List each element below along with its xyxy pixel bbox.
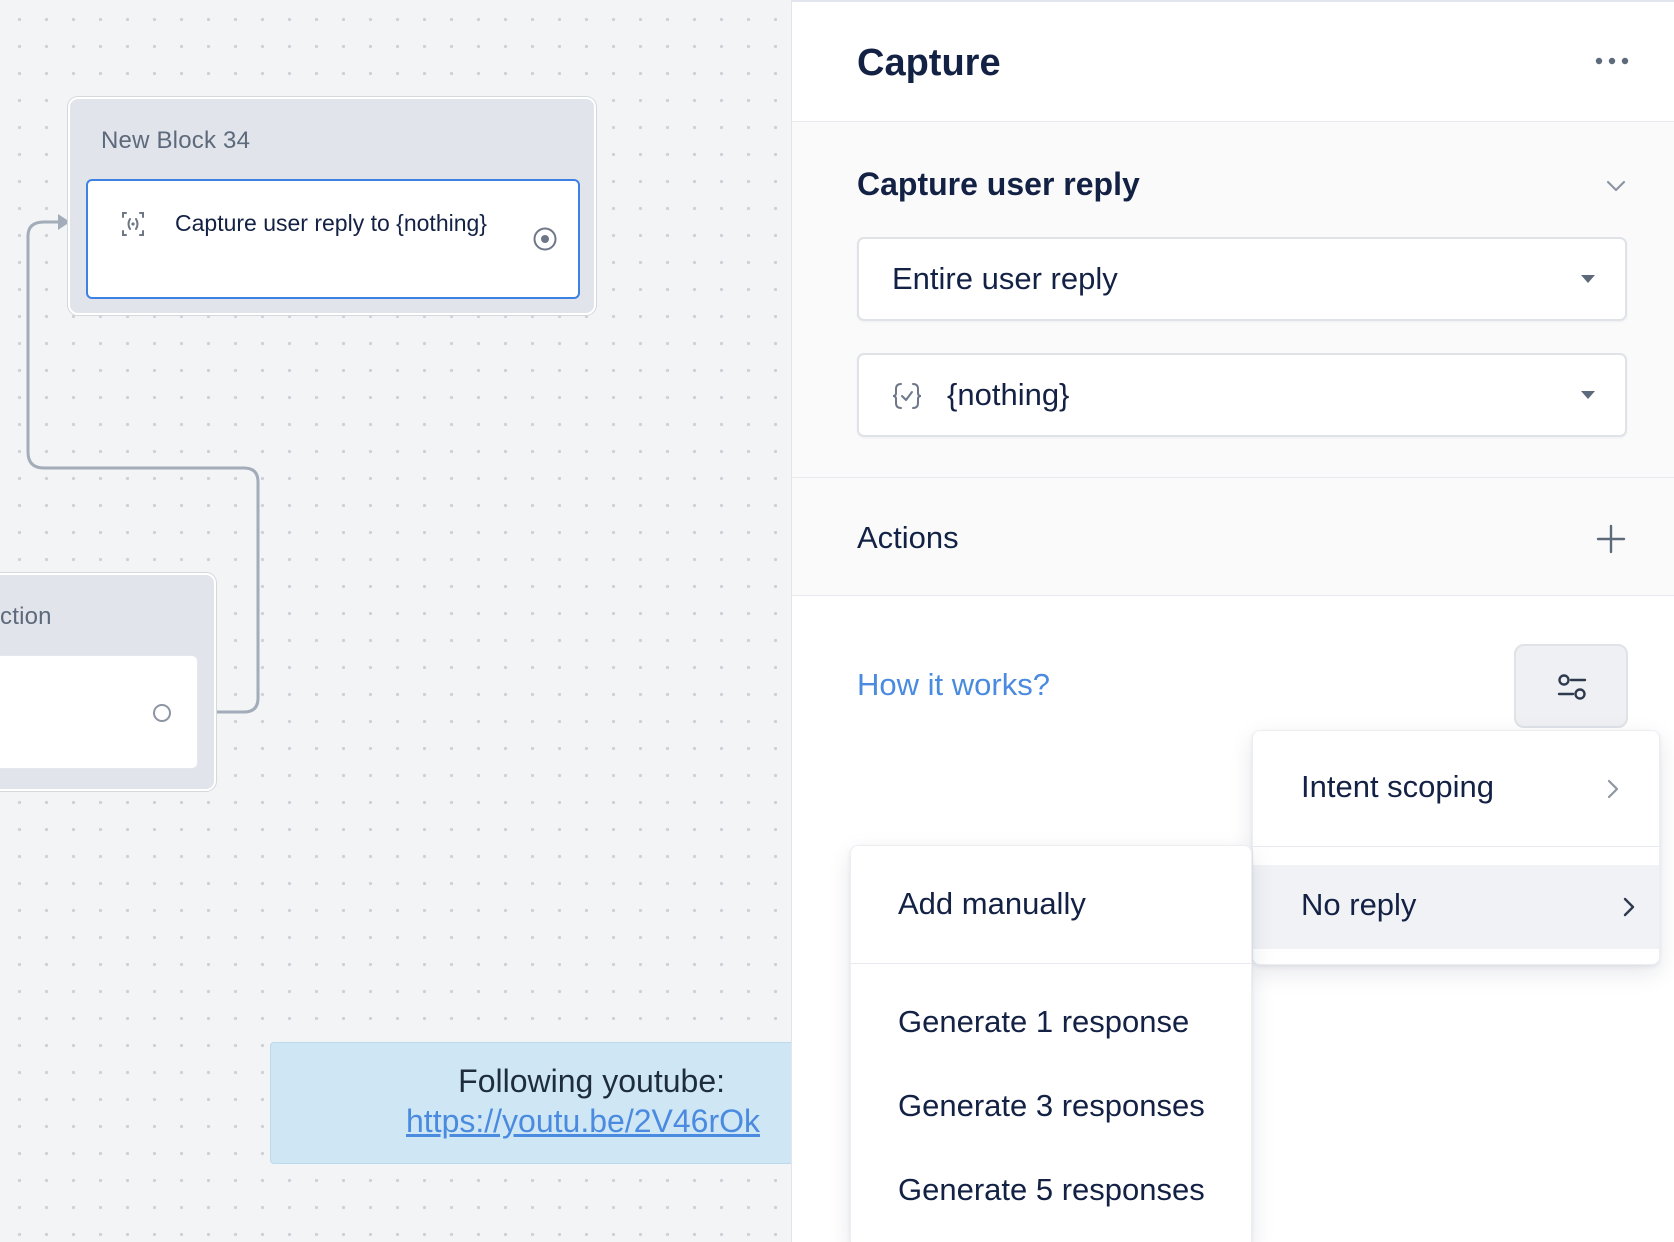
- chevron-down-icon[interactable]: [1604, 174, 1628, 198]
- variable-select[interactable]: {nothing}: [857, 353, 1627, 437]
- settings-button[interactable]: [1514, 644, 1628, 728]
- block-new-block-34[interactable]: New Block 34 Capture user reply to {noth…: [68, 97, 596, 315]
- settings-menu: Intent scoping No reply: [1252, 730, 1660, 965]
- settings-icon: [1557, 674, 1587, 700]
- capture-section: Capture user reply Entire user reply {no…: [792, 122, 1674, 478]
- plus-icon[interactable]: [1595, 523, 1627, 555]
- port-icon[interactable]: [532, 226, 558, 252]
- select-value: {nothing}: [947, 377, 1070, 412]
- panel-title: Capture: [857, 42, 1001, 84]
- variable-icon: [892, 383, 922, 409]
- note-card[interactable]: Following youtube: https://youtu.be/2V46…: [270, 1042, 791, 1164]
- action-step[interactable]: [0, 655, 198, 769]
- menu-item-label: Generate 1 response: [898, 1004, 1190, 1039]
- caret-down-icon: [1581, 391, 1595, 399]
- menu-item-generate-5[interactable]: Generate 5 responses: [851, 1154, 1251, 1234]
- capture-step[interactable]: Capture user reply to {nothing}: [86, 179, 580, 299]
- menu-item-no-reply[interactable]: No reply: [1253, 865, 1659, 949]
- block-title: New Block 34: [101, 127, 251, 154]
- actions-section: Actions: [792, 478, 1674, 596]
- flow-canvas[interactable]: New Block 34 Capture user reply to {noth…: [0, 0, 791, 1242]
- reply-type-select[interactable]: Entire user reply: [857, 237, 1627, 321]
- menu-item-label: Generate 5 responses: [898, 1172, 1205, 1207]
- step-text: Capture user reply to {nothing}: [175, 210, 487, 236]
- no-reply-submenu: Add manually Generate 1 response Generat…: [850, 845, 1252, 1242]
- menu-item-label: Generate 3 responses: [898, 1088, 1205, 1123]
- more-icon[interactable]: [1594, 54, 1630, 68]
- menu-item-add-manually[interactable]: Add manually: [851, 846, 1251, 964]
- menu-item-intent-scoping[interactable]: Intent scoping: [1253, 731, 1659, 847]
- menu-item-label: Intent scoping: [1301, 769, 1495, 804]
- how-it-works-link[interactable]: How it works?: [857, 667, 1050, 703]
- section-title: Capture user reply: [857, 166, 1140, 202]
- note-text: Following youtube:: [458, 1063, 725, 1099]
- note-link[interactable]: https://youtu.be/2V46rOk: [271, 1101, 791, 1141]
- caret-down-icon: [1581, 275, 1595, 283]
- menu-item-generate-3[interactable]: Generate 3 responses: [851, 1070, 1251, 1150]
- menu-item-label: Add manually: [898, 886, 1086, 921]
- port-icon[interactable]: [153, 704, 171, 722]
- panel-header: Capture: [792, 2, 1674, 122]
- chevron-right-icon: [1607, 779, 1619, 799]
- chevron-right-icon: [1623, 897, 1635, 917]
- menu-item-label: No reply: [1301, 887, 1417, 922]
- menu-item-generate-1[interactable]: Generate 1 response: [851, 986, 1251, 1066]
- block-title: ction: [0, 603, 52, 630]
- block-action[interactable]: ction: [0, 573, 216, 791]
- select-value: Entire user reply: [892, 261, 1118, 296]
- actions-label: Actions: [857, 520, 959, 555]
- capture-icon: [122, 212, 144, 236]
